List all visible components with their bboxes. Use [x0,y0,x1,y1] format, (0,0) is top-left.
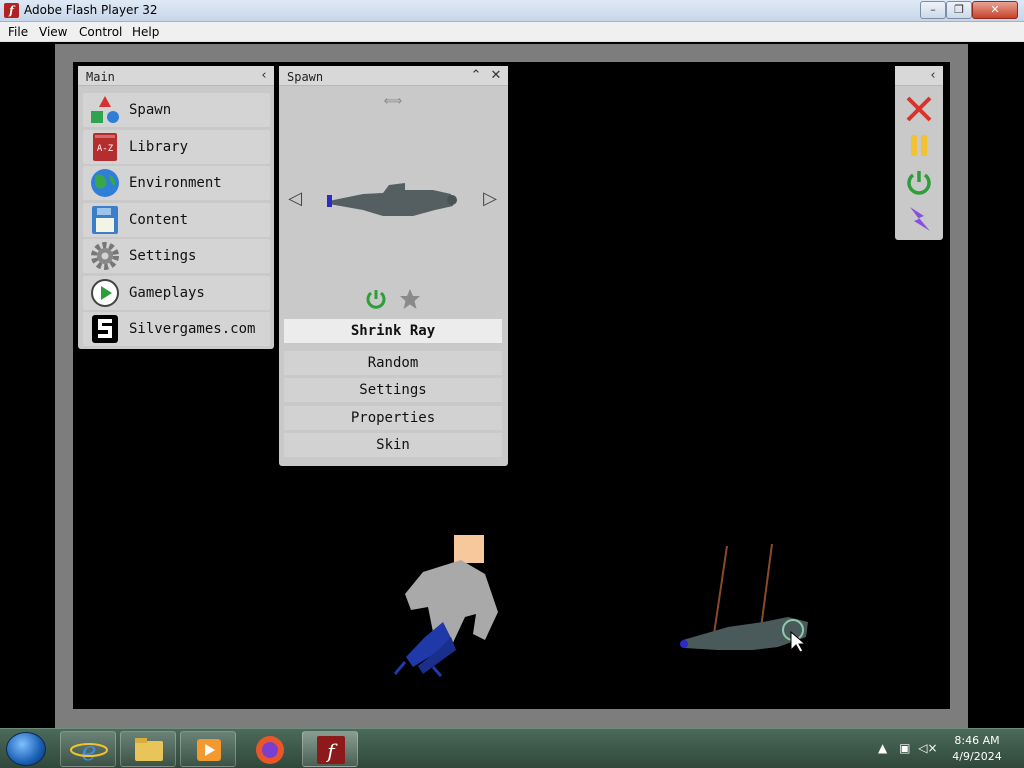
spawn-random-button[interactable]: Random [284,351,502,375]
pause-icon[interactable] [904,131,934,161]
main-item-label: Gameplays [129,285,205,301]
windows-taskbar: e f ▲ ▣ ◁× 8:46 AM 4/9/2024 [0,728,1024,768]
close-panel-icon[interactable]: ✕ [487,67,505,85]
tool-panel: ‹ [895,66,943,240]
menu-bar: File View Control Help [0,22,1024,42]
flash-player-icon: f [317,736,345,764]
shapes-icon [91,96,119,123]
main-item-silvergames[interactable]: Silvergames.com [83,312,270,346]
swap-arrows-icon[interactable]: ⟺ [379,93,407,111]
menu-view[interactable]: View [39,25,67,39]
main-item-label: Settings [129,248,197,264]
flash-app-icon: f [4,3,19,18]
delete-x-icon[interactable] [904,94,934,124]
main-item-gameplays[interactable]: Gameplays [83,276,270,310]
menu-help[interactable]: Help [132,25,159,39]
ragdoll-torso [405,560,498,647]
lightning-icon[interactable] [904,204,934,234]
clock-time: 8:46 AM [954,734,1000,747]
az-book-icon: A-Z [93,133,117,161]
menu-file[interactable]: File [8,25,28,39]
firefox-icon [256,736,284,764]
svg-text:A-Z: A-Z [97,144,114,154]
main-item-environment[interactable]: Environment [83,166,270,200]
minimize-button[interactable]: – [920,1,946,19]
taskbar-firefox[interactable] [240,731,296,767]
window-title: Adobe Flash Player 32 [24,3,158,17]
spawn-panel: Spawn ⌃ ✕ ⟺ ◁ ▷ Shrink Ray Random Settin… [279,66,508,466]
hanging-shrink-ray[interactable] [680,543,808,653]
network-icon[interactable]: ▣ [899,741,910,755]
system-tray-icons[interactable]: ▲ ▣ ◁× [878,741,938,755]
play-circle-icon [91,279,119,307]
clock-date: 4/9/2024 [952,750,1002,763]
ragdoll-figure[interactable] [393,535,498,677]
main-panel: Main ‹ Spawn A-Z Library Environment Con… [78,66,274,349]
reload-power-icon[interactable] [365,288,387,310]
collapse-chevron-icon[interactable]: ‹ [925,67,941,85]
reset-power-icon[interactable] [904,168,934,198]
main-item-spawn[interactable]: Spawn [83,93,270,127]
gear-icon [91,242,119,270]
menu-control[interactable]: Control [79,25,122,39]
main-item-label: Library [129,139,189,155]
show-hidden-icons-icon[interactable]: ▲ [878,741,887,755]
globe-icon [91,169,119,197]
start-button[interactable] [6,732,46,766]
favorite-star-icon[interactable] [399,288,421,310]
taskbar-explorer[interactable] [120,731,176,767]
svg-text:e: e [81,737,96,767]
main-item-label: Content [129,212,189,228]
main-item-settings[interactable]: Settings [83,239,270,273]
spawn-properties-button[interactable]: Properties [284,406,502,430]
taskbar-flash-player[interactable]: f [302,731,358,767]
floppy-disk-icon [92,206,118,234]
collapse-up-icon[interactable]: ⌃ [467,67,485,85]
selected-item-label[interactable]: Shrink Ray [284,319,502,343]
previous-item-icon[interactable]: ◁ [285,190,305,208]
main-item-content[interactable]: Content [83,203,270,237]
spawn-settings-button[interactable]: Settings [284,378,502,402]
internet-explorer-icon: e [70,737,108,767]
collapse-chevron-icon[interactable]: ‹ [256,67,272,85]
close-window-button[interactable]: ✕ [972,1,1018,19]
taskbar-media-player[interactable] [180,731,236,767]
main-item-library[interactable]: A-Z Library [83,130,270,164]
taskbar-clock[interactable]: 8:46 AM 4/9/2024 [950,733,1004,765]
folder-icon [135,738,163,761]
silvergames-logo-icon [92,315,118,343]
media-player-icon [197,739,221,761]
spawn-skin-button[interactable]: Skin [284,433,502,457]
window-title-bar[interactable]: f Adobe Flash Player 32 – ❐ ✕ [0,0,1024,22]
main-item-label: Spawn [129,102,172,118]
volume-muted-icon[interactable]: ◁× [918,741,937,755]
main-item-label: Environment [129,175,222,191]
main-item-label: Silvergames.com [129,321,256,337]
taskbar-ie[interactable]: e [60,731,116,767]
ragdoll-head [454,535,484,563]
maximize-button[interactable]: ❐ [946,1,972,19]
next-item-icon[interactable]: ▷ [480,190,500,208]
main-panel-title: Main [78,66,274,86]
shrink-ray-preview [327,183,457,216]
